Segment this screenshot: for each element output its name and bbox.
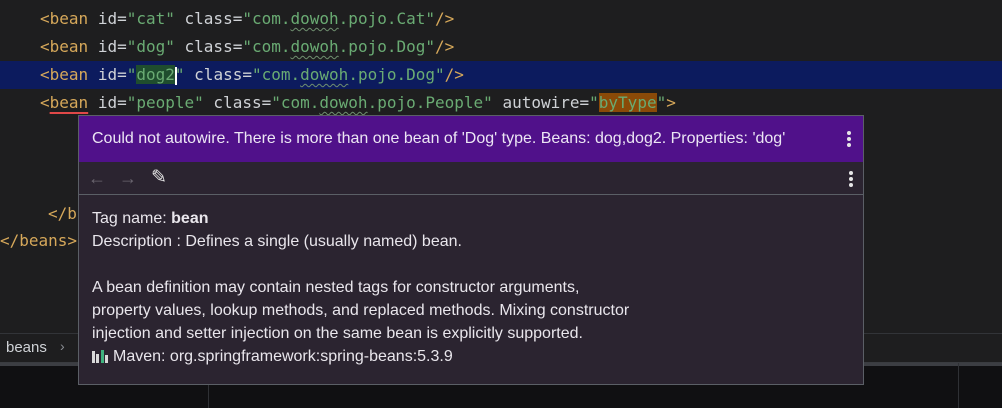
code-token: id= (97, 65, 127, 84)
code-token: "dog" (126, 37, 175, 56)
code-token: dowoh (290, 37, 339, 56)
code-token: <bean (40, 65, 89, 84)
code-token: class= (213, 93, 272, 112)
tag-name-value: bean (171, 210, 209, 227)
description-line: Description : Defines a single (usually … (92, 233, 462, 250)
code-token: " (656, 93, 667, 112)
chevron-right-icon: › (60, 338, 65, 354)
code-token: id= (97, 37, 127, 56)
maven-coordinates: Maven: org.springframework:spring-beans:… (113, 348, 453, 365)
code-token: autowire= (502, 93, 590, 112)
code-token: dowoh (300, 65, 349, 84)
back-arrow-icon[interactable]: ← (88, 167, 106, 189)
code-line-1[interactable]: <bean id="cat" class="com.dowoh.pojo.Cat… (0, 5, 1002, 33)
edit-pencil-icon[interactable]: ✎ (151, 167, 167, 189)
code-token: "cat" (126, 9, 175, 28)
code-token: /> (435, 37, 455, 56)
maven-line: Maven: org.springframework:spring-beans:… (92, 345, 832, 368)
code-token: /> (435, 9, 455, 28)
code-token: id= (97, 93, 127, 112)
more-options-icon[interactable] (849, 171, 853, 189)
code-token: > (666, 93, 676, 112)
code-token: /> (444, 65, 464, 84)
doc-paragraph-line: A bean definition may contain nested tag… (92, 279, 580, 296)
error-token[interactable]: bean (50, 93, 89, 112)
code-token: .pojo.Dog" (348, 65, 445, 84)
doc-paragraph-line: injection and setter injection on the sa… (92, 325, 583, 342)
documentation-body: Tag name: bean Description : Defines a s… (92, 207, 832, 368)
code-token: <bean (40, 9, 89, 28)
code-token: "com. (242, 37, 291, 56)
code-token: dowoh (319, 93, 368, 112)
more-options-icon[interactable] (847, 131, 851, 149)
tag-name-line: Tag name: bean (92, 207, 832, 230)
code-token: </beans> (0, 231, 78, 250)
code-token: "com. (242, 9, 291, 28)
tag-name-label: Tag name: (92, 210, 172, 227)
code-token: .pojo.Cat" (338, 9, 435, 28)
warning-token[interactable]: byType (598, 93, 657, 112)
problem-banner: Could not autowire. There is more than o… (79, 116, 863, 162)
problem-message: Could not autowire. There is more than o… (92, 130, 786, 147)
code-token: dowoh (290, 9, 339, 28)
code-token: <bean (40, 37, 89, 56)
code-line-4[interactable]: <bean id="people" class="com.dowoh.pojo.… (0, 89, 1002, 117)
code-token: .pojo.Dog" (338, 37, 435, 56)
code-token: " (126, 65, 137, 84)
doc-toolbar: ← → ✎ (79, 163, 863, 195)
code-line-2[interactable]: <bean id="dog" class="com.dowoh.pojo.Dog… (0, 33, 1002, 61)
panel-divider (958, 363, 959, 408)
code-token: "com. (251, 65, 301, 84)
code-token: "people" (126, 93, 204, 112)
quick-documentation-popup: Could not autowire. There is more than o… (78, 115, 864, 385)
code-token: class= (194, 65, 252, 84)
code-token: class= (184, 9, 243, 28)
library-icon (92, 348, 109, 363)
code-line-3-current[interactable]: <bean id="dog2" class="com.dowoh.pojo.Do… (0, 61, 1002, 89)
code-token: dog2 (136, 65, 175, 84)
code-token: < (40, 93, 50, 112)
code-token: " (589, 93, 599, 112)
forward-arrow-icon[interactable]: → (119, 167, 137, 189)
code-token: " (174, 65, 185, 84)
code-token: class= (184, 37, 243, 56)
code-token: "com. (271, 93, 320, 112)
code-token: id= (97, 9, 127, 28)
code-token: .pojo.People" (367, 93, 493, 112)
breadcrumb-item-beans[interactable]: beans (6, 339, 47, 356)
doc-paragraph-line: property values, lookup methods, and rep… (92, 302, 630, 319)
